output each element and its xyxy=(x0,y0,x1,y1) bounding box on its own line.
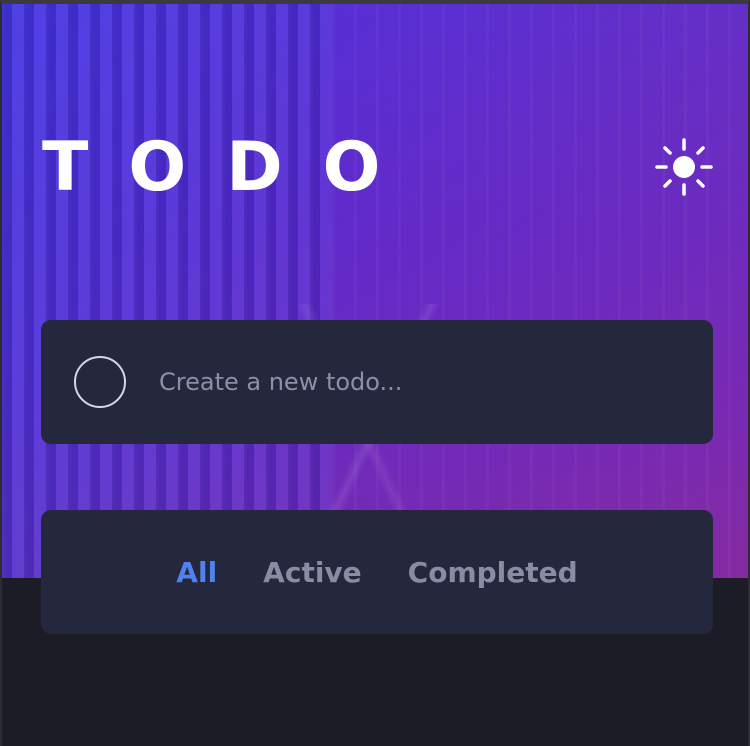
new-todo-input[interactable] xyxy=(159,350,679,414)
app-title: TODO xyxy=(42,128,421,207)
header-background-image xyxy=(2,4,748,578)
filter-bar: All Active Completed xyxy=(41,510,713,634)
filter-all[interactable]: All xyxy=(176,556,217,589)
sun-icon xyxy=(655,138,713,196)
new-todo-checkbox[interactable] xyxy=(74,356,126,408)
new-todo-card xyxy=(41,320,713,444)
theme-toggle-button[interactable] xyxy=(654,137,714,197)
app-window: TODO All Active Completed xyxy=(0,0,750,746)
filter-active[interactable]: Active xyxy=(263,556,362,589)
filter-completed[interactable]: Completed xyxy=(408,556,578,589)
